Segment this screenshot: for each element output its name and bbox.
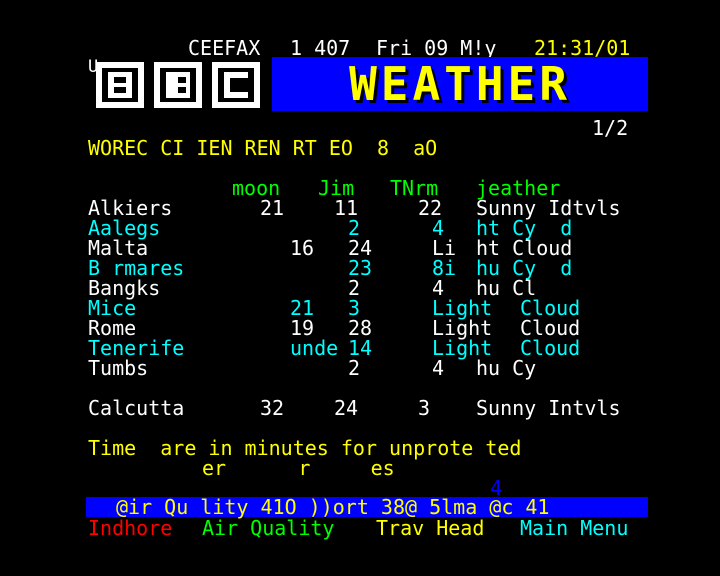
cell: ht Cy d (476, 216, 573, 240)
city-name: Mice (88, 296, 137, 320)
cell: 4 (432, 276, 445, 300)
cell: 32 (260, 396, 285, 420)
cell: hu Cy d (476, 256, 573, 280)
cell: Light (432, 296, 493, 320)
fastext-green-link[interactable]: Air Quality (202, 518, 334, 538)
city-name: Aalegs (88, 216, 161, 240)
cell: 2 (348, 276, 361, 300)
cell: Cloud (520, 336, 581, 360)
city-name: Bangks (88, 276, 161, 300)
cell: 8i (432, 256, 457, 280)
cell: hu Cl (476, 276, 537, 300)
cell: Cloud (520, 316, 581, 340)
city-name: Calcutta (88, 396, 185, 420)
column-header: moon (232, 176, 281, 200)
cell: 4 (432, 216, 445, 240)
fastext-red-link[interactable]: Indhore (88, 518, 172, 538)
city-name: Rome (88, 316, 137, 340)
cell: 3 (348, 296, 361, 320)
footnote-line: er r es (202, 456, 395, 480)
city-name: B rmares (88, 256, 185, 280)
city-name: Malta (88, 236, 149, 260)
cell: 21 (260, 196, 285, 220)
city-name: Alkiers (88, 196, 173, 220)
clock: 21:31/01 (534, 36, 631, 60)
page-heading: WOREC CI IEN REN RT EO 8 aO (88, 136, 438, 160)
cell: 28 (348, 316, 373, 340)
cell: hu Cy (476, 356, 537, 380)
cell: 16 (290, 236, 315, 260)
cell: 2 (348, 216, 361, 240)
bbc-logo (96, 62, 260, 108)
air-quality-text: @ir Qu lity 41O ))ort 38@ 5lma @c 41 (116, 495, 550, 519)
service-name: CEEFAX (188, 36, 261, 60)
cell: Sunny Intvls (476, 396, 621, 420)
fastext-cyan-link[interactable]: Main Menu (520, 518, 628, 538)
cell: 22 (418, 196, 443, 220)
column-header: TNrm (390, 176, 439, 200)
cell: Light (432, 336, 493, 360)
column-header: Jim (318, 176, 355, 200)
cell: 23 (348, 256, 373, 280)
cell: 19 (290, 316, 315, 340)
cell: 11 (334, 196, 359, 220)
air-quality-bar: @ir Qu lity 41O ))ort 38@ 5lma @c 41 (86, 497, 648, 517)
cell: 4 (432, 356, 445, 380)
cell: ht Cloud (476, 236, 573, 260)
subpage-counter: 1/2 (592, 116, 629, 140)
weather-banner: WEATHER (272, 57, 648, 111)
city-name: Tenerife (88, 336, 185, 360)
cell: 3 (418, 396, 431, 420)
cell: 24 (348, 236, 373, 260)
cell: 2 (348, 356, 361, 380)
date: Fri 09 M!y (376, 36, 497, 60)
cell: 21 (290, 296, 315, 320)
banner-title: WEATHER (349, 57, 571, 111)
footnote-line: Time are in minutes for unprote ted (88, 436, 522, 460)
page-number: 1 407 (290, 36, 351, 60)
cell: Sunny Idtvls (476, 196, 621, 220)
cell: Cloud (520, 296, 581, 320)
city-name: Tumbs (88, 356, 149, 380)
cell: Li (432, 236, 457, 260)
cell: Light (432, 316, 493, 340)
cell: 24 (334, 396, 359, 420)
cell: unde (290, 336, 339, 360)
column-header: jeather (476, 176, 561, 200)
cell: 14 (348, 336, 373, 360)
fastext-yellow-link[interactable]: Trav Head (376, 518, 484, 538)
